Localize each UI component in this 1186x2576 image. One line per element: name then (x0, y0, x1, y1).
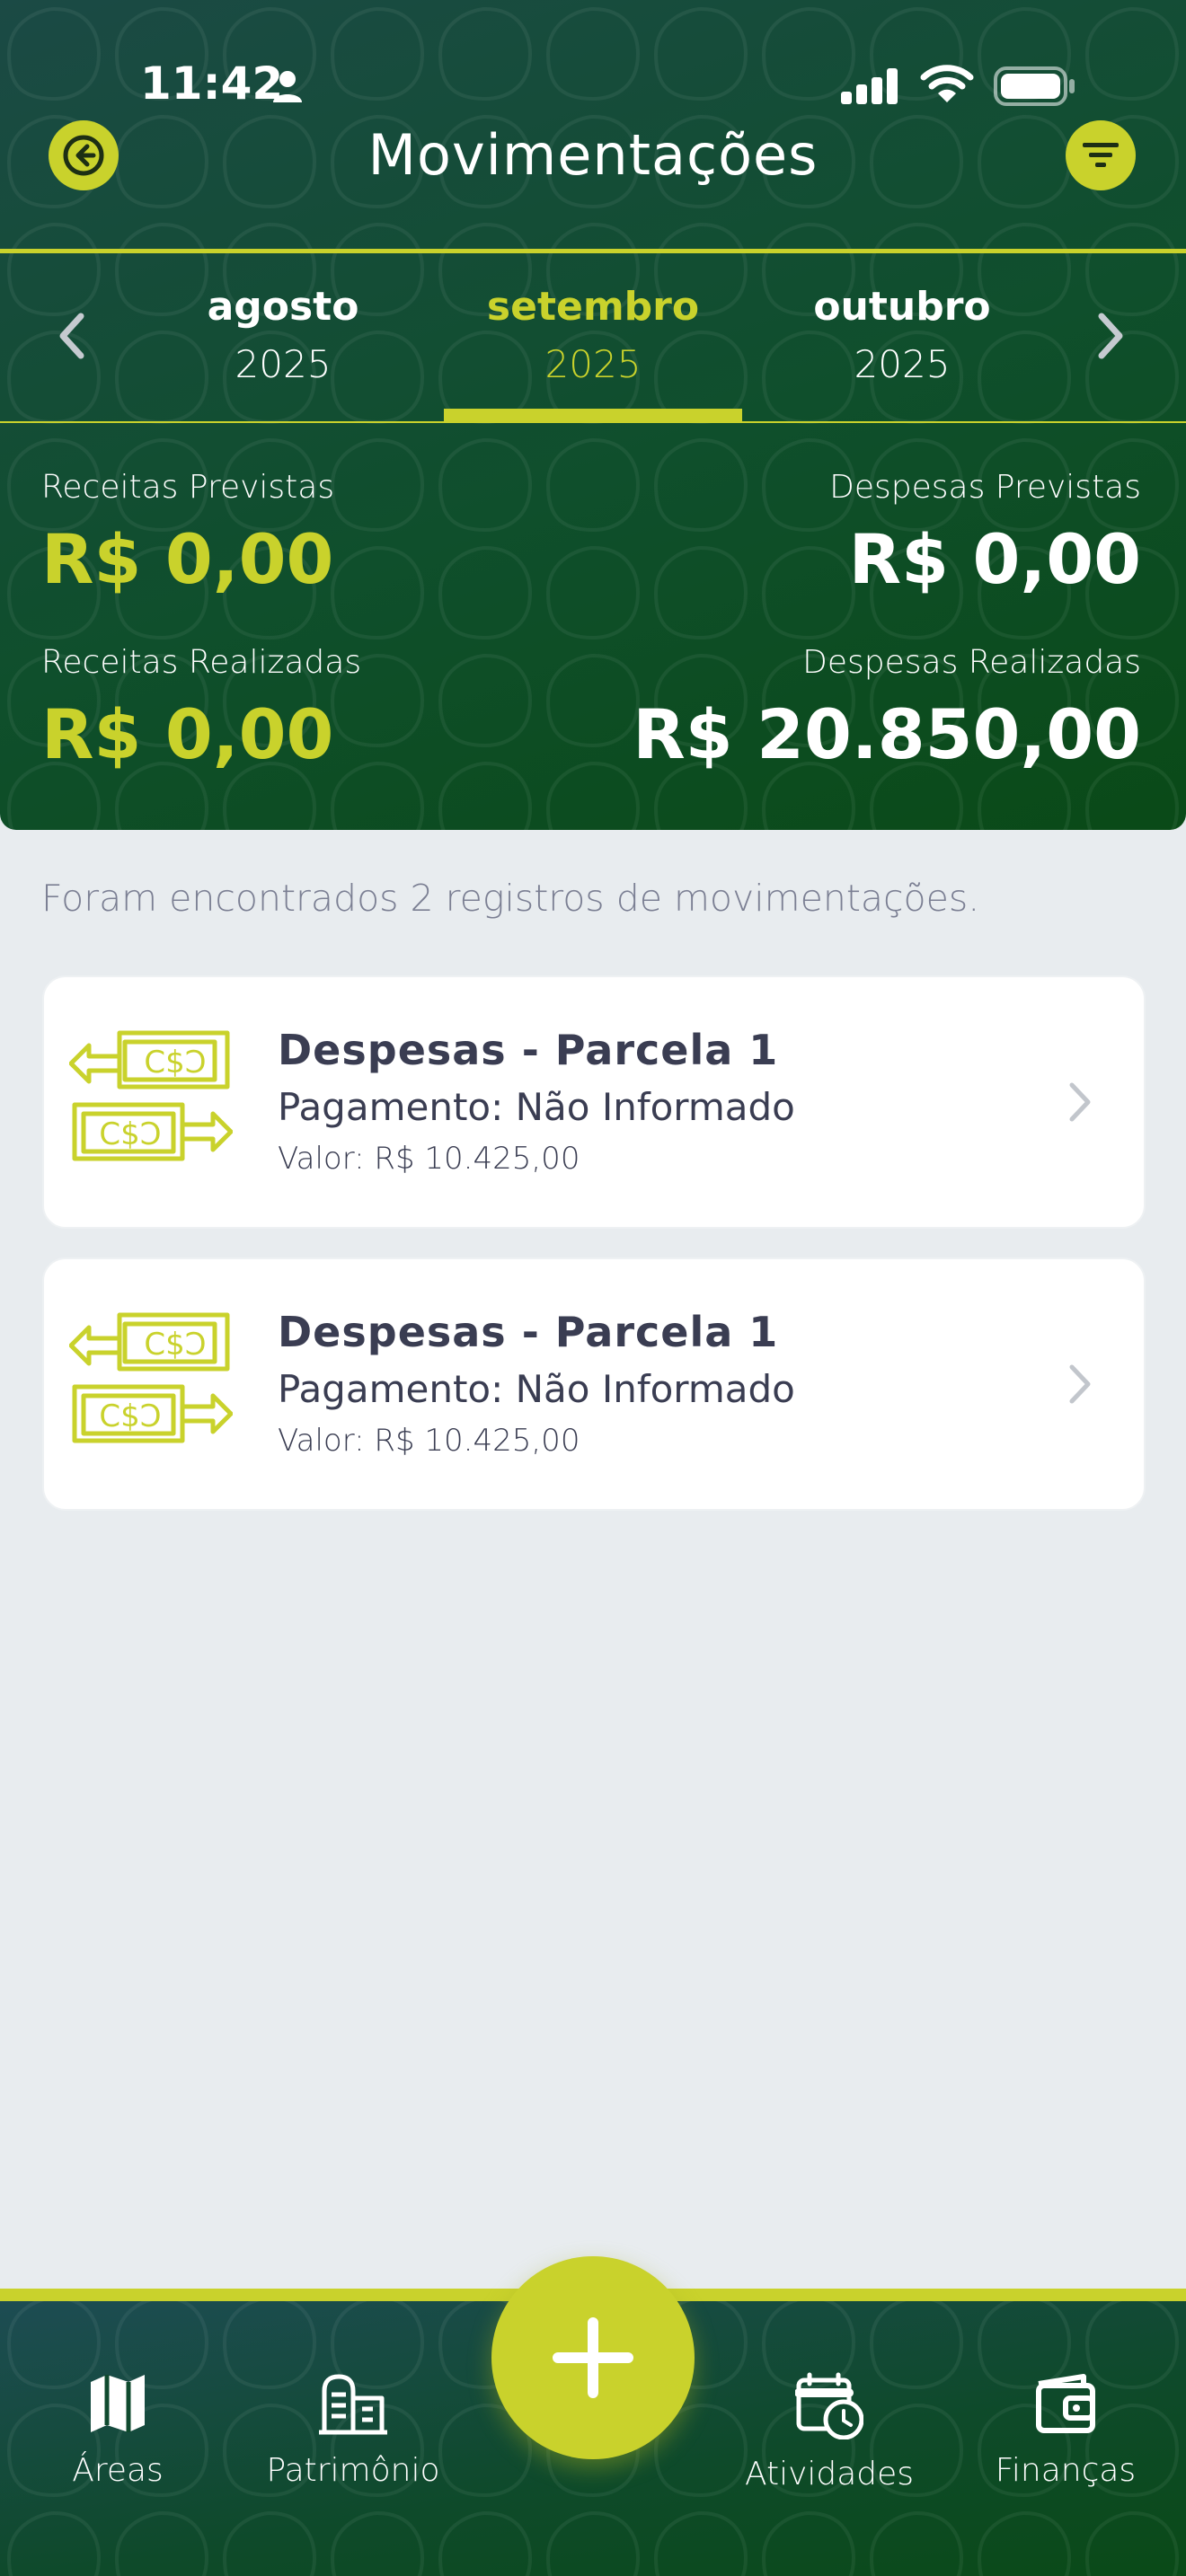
nav-financas[interactable]: Finanças (958, 2371, 1173, 2489)
page-title: Movimentações (367, 122, 819, 188)
month-name: outubro (813, 284, 991, 330)
nav-label: Finanças (995, 2452, 1137, 2489)
add-button[interactable] (491, 2256, 695, 2459)
active-tab-indicator (444, 409, 742, 421)
result-count-text: Foram encontrados 2 registros de movimen… (41, 877, 980, 920)
record-title: Despesas - Parcela 1 (278, 1308, 779, 1356)
despesas-previstas-label: Despesas Previstas (829, 469, 1141, 506)
chevron-right-icon (1069, 1364, 1091, 1404)
building-icon (319, 2374, 387, 2435)
wifi-icon (920, 65, 974, 102)
record-payment: Pagamento: Não Informado (278, 1367, 795, 1411)
plus-icon (553, 2317, 633, 2398)
svg-text:C$Ↄ: C$Ↄ (99, 1398, 161, 1434)
filter-icon (1083, 143, 1119, 167)
record-card[interactable]: C$Ↄ C$Ↄ Despesas - Parcela 1 Pagamento: … (42, 975, 1146, 1229)
receitas-previstas-label: Receitas Previstas (41, 469, 335, 506)
record-value: Valor: R$ 10.425,00 (278, 1141, 580, 1177)
nav-atividades[interactable]: Atividades (721, 2371, 937, 2492)
month-tabs-divider (0, 421, 1186, 423)
nav-areas[interactable]: Áreas (10, 2371, 226, 2489)
money-transfer-icon: C$Ↄ C$Ↄ (69, 1312, 233, 1443)
month-name: setembro (486, 284, 700, 330)
filter-button[interactable] (1066, 120, 1136, 190)
record-card[interactable]: C$Ↄ C$Ↄ Despesas - Parcela 1 Pagamento: … (42, 1257, 1146, 1511)
record-payment: Pagamento: Não Informado (278, 1085, 795, 1129)
status-bar: 11:42 (0, 54, 1186, 117)
header-divider (0, 249, 1186, 253)
svg-text:C$Ↄ: C$Ↄ (99, 1116, 161, 1152)
status-time: 11:42 (140, 57, 284, 110)
record-title: Despesas - Parcela 1 (278, 1026, 779, 1074)
person-icon (273, 71, 302, 102)
nav-label: Áreas (72, 2452, 164, 2489)
despesas-realizadas-label: Despesas Realizadas (802, 644, 1141, 681)
month-year: 2025 (544, 342, 642, 386)
tab-month-outubro[interactable]: outubro 2025 (749, 278, 1055, 393)
month-year: 2025 (854, 342, 951, 386)
signal-icon (841, 68, 898, 104)
despesas-previstas-value: R$ 0,00 (848, 519, 1141, 599)
svg-text:C$Ↄ: C$Ↄ (144, 1327, 206, 1363)
nav-label: Patrimônio (266, 2452, 440, 2489)
record-value: Valor: R$ 10.425,00 (278, 1423, 580, 1459)
month-year: 2025 (235, 342, 332, 386)
chevron-right-icon[interactable] (1093, 309, 1128, 363)
tab-month-setembro[interactable]: setembro 2025 (440, 278, 746, 393)
receitas-previstas-value: R$ 0,00 (41, 519, 334, 599)
nav-label: Atividades (744, 2456, 915, 2492)
nav-patrimonio[interactable]: Patrimônio (245, 2371, 461, 2489)
header-panel: 11:42 Movimentações agosto 2025 setembro… (0, 0, 1186, 830)
svg-text:C$Ↄ: C$Ↄ (144, 1045, 206, 1081)
receitas-realizadas-value: R$ 0,00 (41, 694, 334, 774)
month-name: agosto (207, 284, 359, 330)
despesas-realizadas-value: R$ 20.850,00 (633, 694, 1141, 774)
chevron-left-icon[interactable] (54, 309, 90, 363)
receitas-realizadas-label: Receitas Realizadas (41, 644, 362, 681)
wallet-icon (1036, 2374, 1095, 2433)
chevron-right-icon (1069, 1082, 1091, 1122)
calendar-clock-icon (795, 2372, 863, 2439)
tab-month-agosto[interactable]: agosto 2025 (130, 278, 436, 393)
map-icon (91, 2375, 145, 2432)
battery-icon (994, 66, 1075, 106)
money-transfer-icon: C$Ↄ C$Ↄ (69, 1030, 233, 1161)
